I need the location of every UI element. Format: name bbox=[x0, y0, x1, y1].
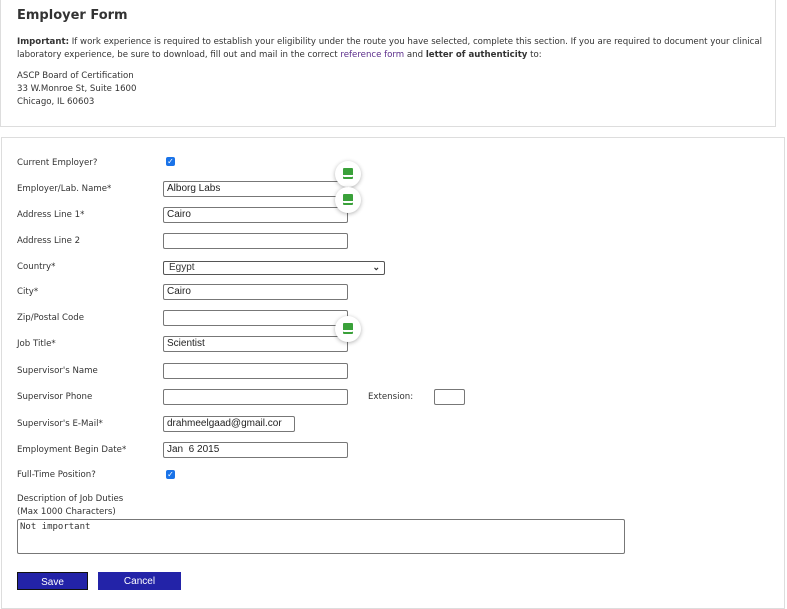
supervisor-name-label: Supervisor's Name bbox=[17, 366, 98, 376]
begin-date-label: Employment Begin Date* bbox=[17, 445, 127, 455]
password-manager-icon[interactable] bbox=[335, 161, 361, 187]
employer-name-input[interactable]: Alborg Labs bbox=[163, 181, 348, 197]
current-employer-label: Current Employer? bbox=[17, 158, 98, 168]
begin-date-input[interactable]: Jan 6 2015 bbox=[163, 442, 348, 458]
cancel-button[interactable]: Cancel bbox=[98, 572, 181, 590]
important-label: Important: bbox=[17, 37, 70, 47]
extension-input[interactable] bbox=[434, 389, 465, 405]
password-manager-icon[interactable] bbox=[335, 187, 361, 213]
mailing-address: ASCP Board of Certification 33 W.Monroe S… bbox=[17, 70, 137, 109]
duties-label: Description of Job Duties bbox=[17, 494, 124, 504]
address2-input[interactable] bbox=[163, 233, 348, 249]
duties-sublabel: (Max 1000 Characters) bbox=[17, 507, 116, 517]
country-select[interactable]: Egypt ⌄ bbox=[163, 261, 385, 275]
country-value: Egypt bbox=[169, 262, 195, 273]
country-label: Country* bbox=[17, 262, 56, 272]
address-line: 33 W.Monroe St, Suite 1600 bbox=[17, 84, 137, 94]
city-label: City* bbox=[17, 287, 39, 297]
extension-label: Extension: bbox=[368, 392, 414, 402]
city-input[interactable]: Cairo bbox=[163, 284, 348, 300]
supervisor-email-input[interactable]: drahmeelgaad@gmail.cor bbox=[163, 416, 295, 432]
job-title-input[interactable]: Scientist bbox=[163, 336, 348, 352]
zip-input[interactable] bbox=[163, 310, 348, 326]
job-title-label: Job Title* bbox=[17, 339, 56, 349]
save-button[interactable]: Save bbox=[17, 572, 88, 590]
address1-label: Address Line 1* bbox=[17, 210, 85, 220]
supervisor-name-input[interactable] bbox=[163, 363, 348, 379]
supervisor-email-label: Supervisor's E-Mail* bbox=[17, 419, 103, 429]
password-manager-icon[interactable] bbox=[335, 316, 361, 342]
address2-label: Address Line 2 bbox=[17, 236, 81, 246]
employer-name-label: Employer/Lab. Name* bbox=[17, 184, 112, 194]
address-line: ASCP Board of Certification bbox=[17, 71, 134, 81]
supervisor-phone-input[interactable] bbox=[163, 389, 348, 405]
zip-label: Zip/Postal Code bbox=[17, 313, 84, 323]
duties-textarea[interactable]: Not important bbox=[17, 519, 625, 554]
full-time-checkbox[interactable]: ✓ bbox=[166, 470, 175, 479]
full-time-label: Full-Time Position? bbox=[17, 470, 96, 480]
address-line: Chicago, IL 60603 bbox=[17, 97, 95, 107]
page-title: Employer Form bbox=[17, 8, 128, 23]
address1-input[interactable]: Cairo bbox=[163, 207, 348, 223]
letter-of-authenticity: letter of authenticity bbox=[425, 50, 528, 60]
supervisor-phone-label: Supervisor Phone bbox=[17, 392, 93, 402]
chevron-down-icon: ⌄ bbox=[372, 262, 380, 272]
intro-part: to: bbox=[527, 50, 542, 60]
intro-part: and bbox=[404, 50, 426, 60]
current-employer-checkbox[interactable]: ✓ bbox=[166, 157, 175, 166]
reference-form-link[interactable]: reference form bbox=[340, 50, 404, 60]
intro-text: Important: If work experience is require… bbox=[17, 36, 767, 62]
